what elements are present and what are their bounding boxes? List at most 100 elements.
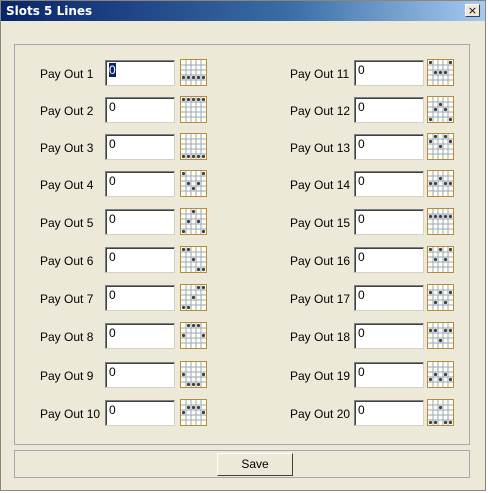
payline-pattern-button-6[interactable]	[180, 246, 207, 273]
payout-input-7[interactable]: 0	[105, 285, 175, 311]
icon-dot	[196, 323, 201, 328]
payline-pattern-button-9[interactable]	[180, 361, 207, 388]
payout-input-17[interactable]: 0	[354, 285, 424, 311]
payline-pattern-3-icon	[181, 134, 206, 159]
payline-pattern-button-17[interactable]	[427, 284, 454, 311]
payout-input-11[interactable]: 0	[354, 60, 424, 86]
payline-pattern-button-12[interactable]	[427, 96, 454, 123]
payline-pattern-6-icon	[181, 247, 206, 272]
icon-dot	[186, 219, 191, 224]
icon-dot	[443, 107, 448, 112]
payout-input-value: 0	[109, 100, 116, 114]
icon-dot	[196, 285, 201, 290]
payout-label-14: Pay Out 14	[290, 178, 351, 192]
payout-input-19[interactable]: 0	[354, 362, 424, 388]
payline-pattern-button-10[interactable]	[180, 399, 207, 426]
payout-input-8[interactable]: 0	[105, 323, 175, 349]
icon-dot	[191, 75, 196, 80]
payout-input-13[interactable]: 0	[354, 134, 424, 160]
close-button[interactable]: ×	[465, 4, 480, 17]
icon-dot	[433, 257, 438, 262]
payout-input-2[interactable]: 0	[105, 97, 175, 123]
payout-input-12[interactable]: 0	[354, 97, 424, 123]
payout-input-1[interactable]: 0	[105, 60, 175, 86]
payout-label-9: Pay Out 9	[40, 369, 94, 383]
payout-input-16[interactable]: 0	[354, 247, 424, 273]
icon-dot	[196, 405, 201, 410]
icon-dot	[448, 117, 453, 122]
icon-dot	[443, 372, 448, 377]
payline-pattern-button-19[interactable]	[427, 361, 454, 388]
icon-dot	[186, 154, 191, 159]
payout-input-14[interactable]: 0	[354, 171, 424, 197]
payline-pattern-17-icon	[428, 285, 453, 310]
icon-dot	[428, 117, 433, 122]
payout-label-13: Pay Out 13	[290, 141, 351, 155]
icon-dot	[438, 144, 443, 149]
payout-input-5[interactable]: 0	[105, 209, 175, 235]
icon-dot	[186, 305, 191, 310]
icon-dot	[201, 75, 206, 80]
payout-input-3[interactable]: 0	[105, 134, 175, 160]
icon-dot	[201, 267, 206, 272]
payline-pattern-button-7[interactable]	[180, 284, 207, 311]
icon-dot	[443, 300, 448, 305]
icon-dot	[448, 181, 453, 186]
payline-pattern-button-11[interactable]	[427, 59, 454, 86]
payline-pattern-button-2[interactable]	[180, 96, 207, 123]
payline-pattern-button-18[interactable]	[427, 322, 454, 349]
payout-input-9[interactable]: 0	[105, 362, 175, 388]
payline-pattern-button-16[interactable]	[427, 246, 454, 273]
icon-dot	[191, 209, 196, 214]
icon-dot	[448, 328, 453, 333]
payout-input-value: 0	[358, 137, 365, 151]
icon-dot	[438, 176, 443, 181]
payline-pattern-button-14[interactable]	[427, 170, 454, 197]
icon-dot	[448, 290, 453, 295]
payline-pattern-button-1[interactable]	[180, 59, 207, 86]
payout-input-15[interactable]: 0	[354, 209, 424, 235]
icon-dot	[443, 328, 448, 333]
payout-input-value: 0	[358, 212, 365, 226]
payline-pattern-button-3[interactable]	[180, 133, 207, 160]
title-bar[interactable]: Slots 5 Lines ×	[1, 1, 485, 21]
payline-pattern-button-4[interactable]	[180, 170, 207, 197]
icon-dot	[181, 154, 186, 159]
icon-dot	[438, 377, 443, 382]
payout-input-value: 0	[109, 365, 116, 379]
icon-dot	[191, 382, 196, 387]
payline-pattern-button-8[interactable]	[180, 322, 207, 349]
icon-dot	[201, 97, 206, 102]
payout-input-6[interactable]: 0	[105, 247, 175, 273]
payout-label-17: Pay Out 17	[290, 292, 351, 306]
payout-label-19: Pay Out 19	[290, 369, 351, 383]
payout-input-value: 0	[358, 250, 365, 264]
payline-pattern-button-20[interactable]	[427, 399, 454, 426]
payout-input-4[interactable]: 0	[105, 171, 175, 197]
icon-dot	[448, 60, 453, 65]
payout-input-18[interactable]: 0	[354, 323, 424, 349]
icon-dot	[181, 305, 186, 310]
icon-dot	[186, 75, 191, 80]
payout-label-7: Pay Out 7	[40, 292, 94, 306]
payline-pattern-button-13[interactable]	[427, 133, 454, 160]
icon-dot	[181, 333, 186, 338]
payout-label-11: Pay Out 11	[290, 67, 350, 81]
icon-dot	[433, 372, 438, 377]
save-button[interactable]: Save	[217, 453, 293, 476]
payline-pattern-button-15[interactable]	[427, 208, 454, 235]
icon-dot	[186, 181, 191, 186]
payline-pattern-15-icon	[428, 209, 453, 234]
payline-pattern-11-icon	[428, 60, 453, 85]
icon-dot	[186, 247, 191, 252]
payout-input-20[interactable]: 0	[354, 400, 424, 426]
payout-input-value: 0	[358, 174, 365, 188]
icon-dot	[186, 382, 191, 387]
payout-input-value: 0	[109, 326, 116, 340]
payout-input-value: 0	[358, 365, 365, 379]
close-icon: ×	[467, 4, 478, 17]
payout-input-10[interactable]: 0	[105, 400, 175, 426]
payline-pattern-button-5[interactable]	[180, 208, 207, 235]
icon-dot	[191, 186, 196, 191]
icon-dot	[196, 267, 201, 272]
